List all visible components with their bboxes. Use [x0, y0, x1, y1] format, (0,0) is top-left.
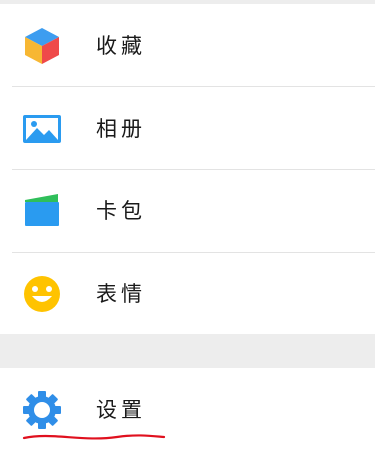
menu-item-settings[interactable]: 设置: [0, 368, 375, 463]
menu-item-favorites[interactable]: 收藏: [0, 4, 375, 86]
menu-item-label: 表情: [96, 282, 146, 306]
menu-item-label: 收藏: [96, 34, 146, 58]
gear-icon: [23, 391, 61, 429]
menu-item-label: 相册: [96, 117, 146, 141]
card-wallet-icon: [25, 194, 59, 226]
red-annotation-underline: [22, 434, 166, 440]
menu-item-label: 卡包: [96, 199, 146, 223]
emoji-smile-icon: [24, 276, 60, 312]
favorites-cube-icon: [25, 28, 59, 64]
photo-album-icon: [23, 115, 61, 143]
menu-group-settings: 设置: [0, 368, 375, 463]
menu-item-album[interactable]: 相册: [0, 87, 375, 169]
menu-item-label: 设置: [96, 398, 146, 422]
menu-group-main: 收藏 相册 卡包 表情: [0, 4, 375, 334]
menu-item-emoji[interactable]: 表情: [0, 253, 375, 335]
menu-item-card-wallet[interactable]: 卡包: [0, 170, 375, 252]
